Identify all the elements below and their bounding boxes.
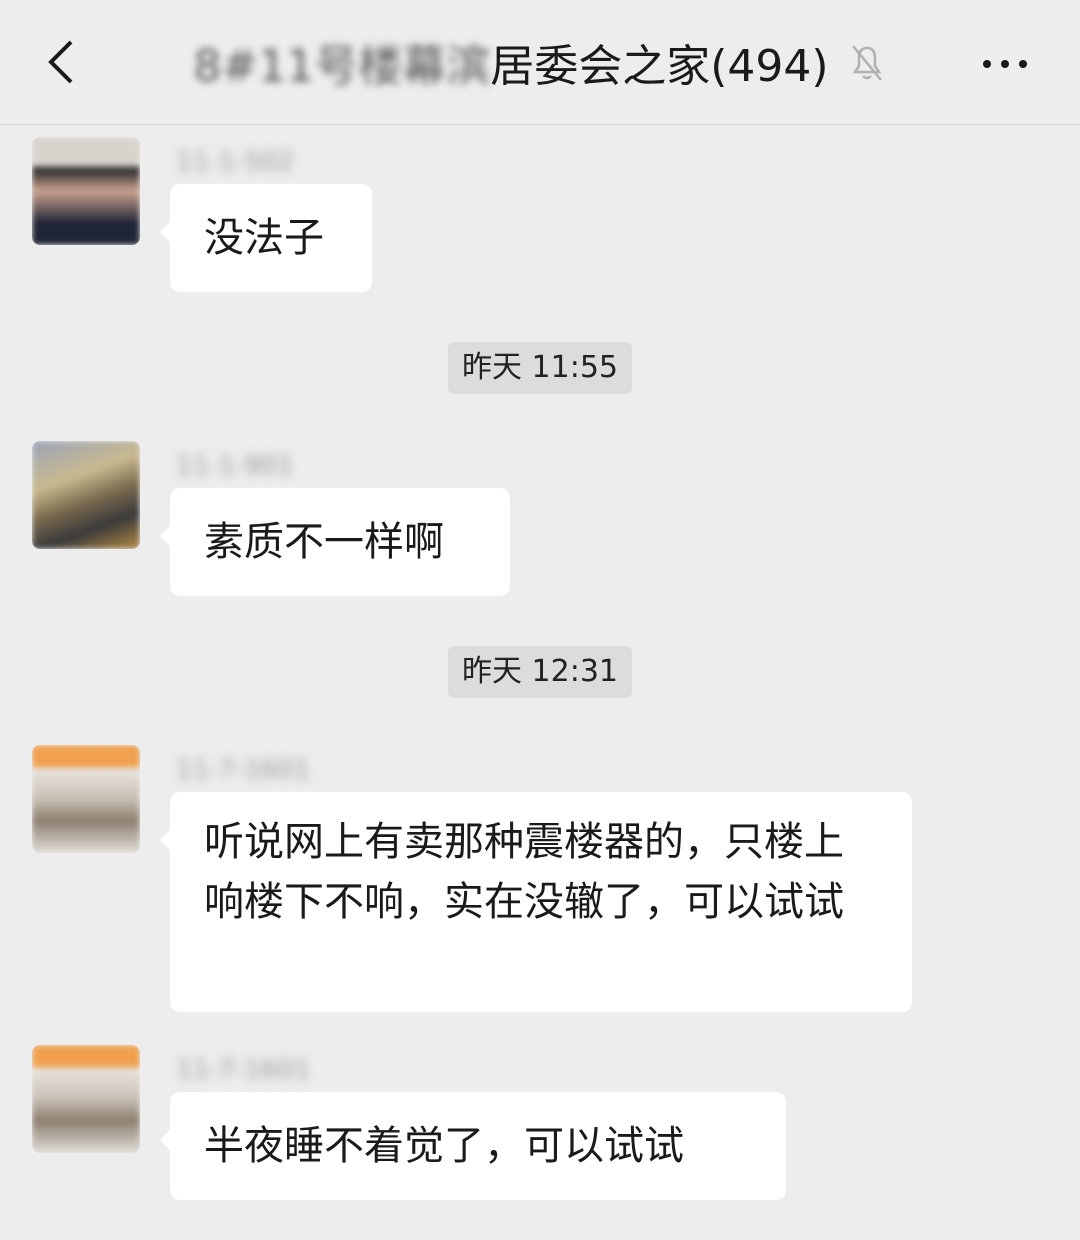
sender-name: 11-1-901 <box>176 451 295 481</box>
more-dots-icon <box>978 53 1032 72</box>
title-blurred-building: 8#11号楼 <box>193 41 403 92</box>
message-text: 听说网上有卖那种震楼器的，只楼上响楼下不响，实在没辙了，可以试试 <box>204 819 844 925</box>
title-blurred-name: 幕滨 <box>402 41 491 92</box>
more-button[interactable] <box>970 40 1040 84</box>
message-bubble[interactable]: 半夜睡不着觉了，可以试试 <box>160 1092 786 1200</box>
message-bubble[interactable]: 素质不一样啊 <box>160 488 510 596</box>
chat-header: 8#11号楼幕滨居委会之家(494) <box>0 0 1080 125</box>
timestamp: 昨天 11:55 <box>448 342 632 394</box>
message-bubble[interactable]: 没法子 <box>160 184 372 292</box>
message-item: 11-1-901 素质不一样啊 <box>0 441 1080 601</box>
bell-off-icon <box>851 45 882 81</box>
message-item: 11-7-1601 听说网上有卖那种震楼器的，只楼上响楼下不响，实在没辙了，可以… <box>0 745 1080 1015</box>
avatar[interactable] <box>32 1045 140 1153</box>
message-text: 素质不一样啊 <box>204 519 444 565</box>
chat-title: 8#11号楼幕滨居委会之家(494) <box>150 26 930 98</box>
message-item: 11-1-502 没法子 <box>0 137 1080 297</box>
message-bubble[interactable]: 听说网上有卖那种震楼器的，只楼上响楼下不响，实在没辙了，可以试试 <box>160 792 912 1012</box>
avatar[interactable] <box>32 137 140 245</box>
message-text: 没法子 <box>204 215 324 261</box>
chevron-left-icon <box>48 40 73 84</box>
timestamp: 昨天 12:31 <box>448 646 632 698</box>
sender-name: 11-1-502 <box>176 147 295 177</box>
sender-name: 11-7-1601 <box>176 755 311 785</box>
avatar[interactable] <box>32 745 140 853</box>
back-button[interactable] <box>30 30 90 94</box>
avatar[interactable] <box>32 441 140 549</box>
message-text: 半夜睡不着觉了，可以试试 <box>204 1123 684 1169</box>
message-item: 11-7-1601 半夜睡不着觉了，可以试试 <box>0 1045 1080 1205</box>
page-title: 8#11号楼幕滨居委会之家(494) <box>193 30 828 94</box>
sender-name: 11-7-1601 <box>176 1055 311 1085</box>
title-text: 居委会之家(494) <box>490 41 829 92</box>
